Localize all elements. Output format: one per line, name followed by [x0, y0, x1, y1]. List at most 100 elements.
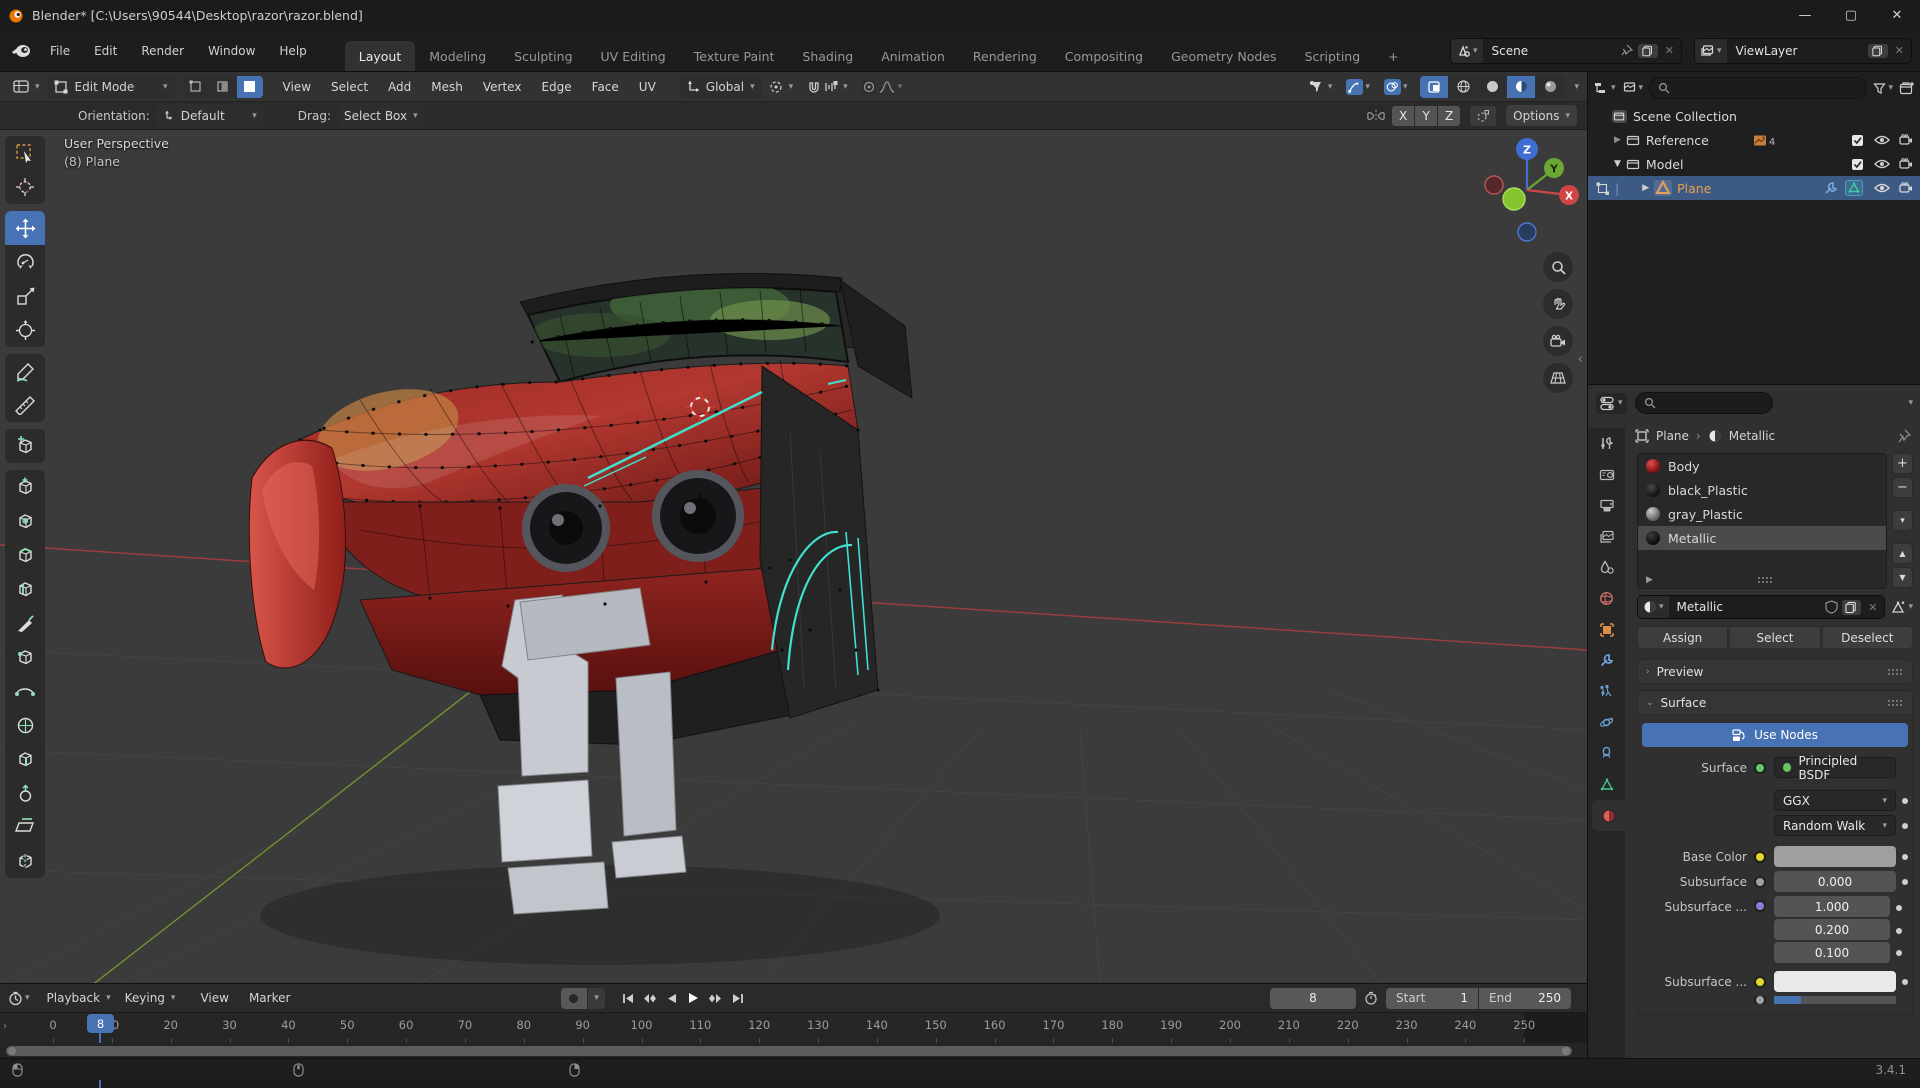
duplicate-material-icon[interactable]: [1842, 600, 1861, 615]
timeline-view-menu[interactable]: View: [190, 991, 238, 1005]
use-nodes-button[interactable]: Use Nodes: [1642, 723, 1908, 747]
workspace-tab-shading[interactable]: Shading: [788, 41, 867, 71]
move-slot-up-button[interactable]: ▲: [1892, 543, 1913, 564]
properties-search-input[interactable]: [1635, 392, 1773, 414]
tool-measure[interactable]: [5, 388, 45, 422]
viewport-menu-view[interactable]: View: [273, 80, 321, 94]
viewport-menu-select[interactable]: Select: [321, 80, 378, 94]
jump-to-start-button[interactable]: [617, 988, 639, 1008]
unlink-scene-icon[interactable]: ✕: [1658, 44, 1681, 57]
falloff-curve-icon[interactable]: [879, 80, 895, 94]
tool-edge-slide[interactable]: [5, 742, 45, 776]
overlays-dropdown[interactable]: ▾: [1377, 75, 1415, 99]
tool-inset-faces[interactable]: [5, 504, 45, 538]
scene-icon[interactable]: ▾: [1451, 39, 1483, 63]
play-button[interactable]: [683, 988, 705, 1008]
mirror-z-button[interactable]: Z: [1438, 106, 1460, 126]
add-material-slot-button[interactable]: +: [1892, 453, 1913, 474]
tool-rip-region[interactable]: [5, 844, 45, 878]
use-preview-range-icon[interactable]: [1360, 988, 1382, 1008]
workspace-tab-texture-paint[interactable]: Texture Paint: [680, 41, 789, 71]
tool-loop-cut[interactable]: [5, 572, 45, 606]
scene-name[interactable]: Scene: [1483, 44, 1620, 58]
scene-selector[interactable]: ▾ Scene ✕: [1450, 38, 1682, 64]
object-type-visibility-dropdown[interactable]: ▾: [1301, 75, 1340, 99]
outliner-row-scene-collection[interactable]: Scene Collection: [1588, 104, 1920, 128]
view-layer-selector[interactable]: ▾ ViewLayer ✕: [1694, 38, 1912, 64]
scrollbar-thumb[interactable]: [6, 1046, 1572, 1056]
pin-icon[interactable]: [1897, 429, 1911, 443]
gizmos-dropdown[interactable]: ▾: [1339, 75, 1377, 99]
expand-arrow-icon[interactable]: ▶: [1614, 135, 1621, 145]
tool-knife[interactable]: [5, 606, 45, 640]
auto-keying-toggle[interactable]: ▾: [561, 988, 605, 1009]
pin-icon[interactable]: [1620, 44, 1633, 57]
mode-dropdown[interactable]: Edit Mode ▾: [47, 75, 175, 99]
pan-hand-icon[interactable]: [1543, 289, 1573, 319]
tab-render[interactable]: [1588, 459, 1625, 490]
material-slot-metallic[interactable]: Metallic: [1638, 526, 1886, 550]
viewport-menu-face[interactable]: Face: [582, 80, 629, 94]
pivot-point-dropdown[interactable]: ▾: [762, 75, 801, 99]
workspace-tab-animation[interactable]: Animation: [867, 41, 959, 71]
prev-keyframe-button[interactable]: [639, 988, 661, 1008]
timeline-marker-menu[interactable]: Marker: [239, 991, 300, 1005]
transform-orientation-dropdown[interactable]: Global ▾: [680, 75, 762, 99]
tool-annotate[interactable]: [5, 354, 45, 388]
new-scene-icon[interactable]: [1638, 44, 1658, 58]
menu-window[interactable]: Window: [196, 38, 267, 64]
breadcrumb-object[interactable]: Plane: [1656, 429, 1689, 443]
tool-bevel[interactable]: [5, 538, 45, 572]
subsurface-radius-x-field[interactable]: 1.000: [1774, 896, 1890, 917]
assign-button[interactable]: Assign: [1637, 626, 1728, 649]
toggle-perspective-icon[interactable]: [1543, 363, 1573, 393]
viewport-menu-mesh[interactable]: Mesh: [421, 80, 473, 94]
subsurface-radius-y-field[interactable]: 0.200: [1774, 919, 1890, 940]
mirror-x-button[interactable]: X: [1392, 106, 1414, 126]
sidebar-toggle-icon[interactable]: ‹: [1578, 352, 1583, 367]
frame-start-field[interactable]: Start1: [1386, 988, 1478, 1009]
shading-wireframe-button[interactable]: [1449, 76, 1477, 98]
current-frame-field[interactable]: 8: [1270, 988, 1356, 1009]
tool-extrude-region[interactable]: [5, 470, 45, 504]
camera-view-icon[interactable]: [1543, 326, 1573, 356]
tab-particles[interactable]: [1588, 676, 1625, 707]
hide-eye-icon[interactable]: [1874, 134, 1890, 146]
tool-scale[interactable]: [5, 279, 45, 313]
surface-shader-button[interactable]: Principled BSDF: [1774, 757, 1896, 778]
tool-select-box[interactable]: [5, 136, 45, 170]
tab-object-data[interactable]: [1588, 769, 1625, 800]
tab-world[interactable]: [1588, 583, 1625, 614]
view-layer-name[interactable]: ViewLayer: [1727, 44, 1868, 58]
material-specials-dropdown[interactable]: ▾: [1892, 510, 1913, 531]
menu-edit[interactable]: Edit: [82, 38, 129, 64]
unlink-material-icon[interactable]: ✕: [1861, 601, 1884, 614]
tab-tool[interactable]: [1588, 428, 1625, 459]
shading-dropdown-icon[interactable]: ▾: [1574, 82, 1579, 92]
keying-menu[interactable]: Keying▾: [118, 986, 183, 1010]
snap-base-button[interactable]: [1470, 106, 1496, 126]
hide-eye-icon[interactable]: [1874, 182, 1890, 194]
add-workspace-button[interactable]: +: [1374, 41, 1412, 71]
shading-solid-button[interactable]: [1478, 76, 1506, 98]
tool-transform[interactable]: [5, 313, 45, 347]
magnet-icon[interactable]: [807, 80, 821, 94]
tool-add-cube[interactable]: [5, 429, 45, 463]
snap-target-icon[interactable]: [824, 80, 840, 94]
workspace-tab-uv-editing[interactable]: UV Editing: [587, 41, 680, 71]
move-slot-down-button[interactable]: ▼: [1892, 567, 1913, 588]
playback-menu[interactable]: Playback▾: [40, 986, 118, 1010]
edge-select-mode-button[interactable]: [210, 76, 236, 98]
tab-modifiers[interactable]: [1588, 645, 1625, 676]
checkbox-icon[interactable]: [1851, 134, 1865, 147]
browse-material-dropdown[interactable]: ▾: [1638, 596, 1669, 618]
outliner-row-plane[interactable]: | ▶ Plane: [1588, 176, 1920, 200]
material-slot-gray-plastic[interactable]: gray_Plastic: [1638, 502, 1886, 526]
remove-material-slot-button[interactable]: −: [1892, 477, 1913, 498]
list-resize-grip[interactable]: [1757, 576, 1774, 584]
tab-view-layer[interactable]: [1588, 521, 1625, 552]
link-material-dropdown[interactable]: ▾: [1890, 600, 1913, 615]
subsurface-color-swatch[interactable]: [1774, 971, 1896, 992]
workspace-tab-compositing[interactable]: Compositing: [1051, 41, 1157, 71]
disable-render-camera-icon[interactable]: [1899, 158, 1913, 170]
